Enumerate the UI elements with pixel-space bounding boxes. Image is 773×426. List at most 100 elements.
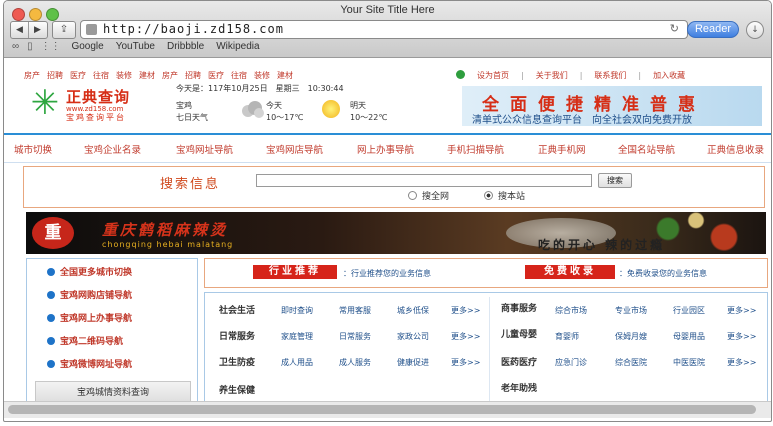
top-link[interactable]: 房产 bbox=[162, 71, 178, 80]
scrollbar-thumb[interactable] bbox=[8, 405, 756, 414]
free-listing-tag[interactable]: 免费收录 bbox=[525, 265, 615, 279]
nav-item[interactable]: 正典信息收录 bbox=[707, 142, 764, 156]
site-logo[interactable]: ✳ 正典查询 www.zd158.com 宝鸡查询平台 bbox=[28, 86, 163, 122]
category-link[interactable]: 成人服务 bbox=[339, 357, 371, 368]
forward-arrow-icon[interactable]: ▶ bbox=[29, 22, 46, 38]
header-banner: 全面便捷精准普惠 清单式公众信息查询平台 向全社会双向免费开放 bbox=[462, 86, 762, 126]
bookmarks-book-icon[interactable]: ▯ bbox=[27, 41, 33, 52]
downloads-icon[interactable]: ↓ bbox=[746, 21, 764, 39]
top-link[interactable]: 建材 bbox=[139, 71, 155, 80]
more-link[interactable]: 更多>> bbox=[451, 305, 480, 316]
category-link[interactable]: 母婴用品 bbox=[673, 331, 705, 342]
left-menu-item[interactable]: 宝鸡网购店铺导航 bbox=[47, 288, 132, 301]
nav-item[interactable]: 手机扫描导航 bbox=[447, 142, 504, 156]
industry-recommend-text[interactable]: ：行业推荐您的业务信息 bbox=[343, 268, 431, 279]
bookmark-link[interactable]: Google bbox=[71, 41, 103, 52]
nav-item[interactable]: 宝鸡网店导航 bbox=[266, 142, 323, 156]
horizontal-scrollbar[interactable] bbox=[4, 401, 771, 418]
category-link[interactable]: 家庭管理 bbox=[281, 331, 313, 342]
ad-banner[interactable]: 重 重庆鹤稻麻辣烫 chongqing hebai malatang 吃的开心 … bbox=[26, 212, 766, 254]
category-heading[interactable]: 卫生防疫 bbox=[219, 355, 255, 368]
radio-on-icon bbox=[484, 191, 493, 200]
left-menu-item[interactable]: 宝鸡网上办事导航 bbox=[47, 311, 132, 324]
category-link[interactable]: 应急门诊 bbox=[555, 357, 587, 368]
window-title: Your Site Title Here bbox=[340, 4, 435, 16]
category-link[interactable]: 保姆月嫂 bbox=[615, 331, 647, 342]
category-link[interactable]: 综合医院 bbox=[615, 357, 647, 368]
industry-recommend-tag[interactable]: 行业推荐 bbox=[253, 265, 337, 279]
category-link[interactable]: 成人用品 bbox=[281, 357, 313, 368]
category-link[interactable]: 健康促进 bbox=[397, 357, 429, 368]
category-heading[interactable]: 社会生活 bbox=[219, 303, 255, 316]
top-link[interactable]: 招聘 bbox=[47, 71, 63, 80]
top-link[interactable]: 往宿 bbox=[93, 71, 109, 80]
back-forward-buttons: ◀ ▶ bbox=[10, 21, 48, 39]
category-heading[interactable]: 商事服务 bbox=[501, 301, 537, 314]
category-heading[interactable]: 老年助残 bbox=[501, 381, 537, 394]
category-link[interactable]: 家政公司 bbox=[397, 331, 429, 342]
category-heading[interactable]: 养生保健 bbox=[219, 383, 255, 396]
free-listing-text[interactable]: ：免费收录您的业务信息 bbox=[619, 268, 707, 279]
category-link[interactable]: 即时查询 bbox=[281, 305, 313, 316]
browser-window: Your Site Title Here ◀ ▶ ⇪ http://baoji.z… bbox=[3, 0, 772, 422]
category-heading[interactable]: 医药医疗 bbox=[501, 355, 537, 368]
top-link[interactable]: 医疗 bbox=[70, 71, 86, 80]
url-text[interactable]: http://baoji.zd158.com bbox=[103, 22, 284, 36]
left-menu-item[interactable]: 宝鸡二维码导航 bbox=[47, 334, 123, 347]
category-link[interactable]: 育婴师 bbox=[555, 331, 579, 342]
bookmark-link[interactable]: YouTube bbox=[116, 41, 155, 52]
reader-button[interactable]: Reader bbox=[687, 21, 739, 38]
category-link[interactable]: 常用客服 bbox=[339, 305, 371, 316]
top-link[interactable]: 医疗 bbox=[208, 71, 224, 80]
top-link[interactable]: 装修 bbox=[254, 71, 270, 80]
left-menu-footer[interactable]: 宝鸡城情资料查询 bbox=[35, 381, 191, 401]
top-sites-grid-icon[interactable]: ⋮⋮ bbox=[41, 41, 61, 52]
search-all-radio[interactable]: 搜全网 bbox=[408, 189, 449, 202]
top-link[interactable]: 建材 bbox=[277, 71, 293, 80]
search-box: 搜索信息 搜索 搜全网 搜本站 bbox=[23, 166, 765, 208]
category-heading[interactable]: 儿童母婴 bbox=[501, 327, 537, 340]
top-link[interactable]: 往宿 bbox=[231, 71, 247, 80]
site-utility-links: 设为首页 | 关于我们 | 联系我们 | 加入收藏 bbox=[456, 70, 697, 81]
category-heading[interactable]: 日常服务 bbox=[219, 329, 255, 342]
category-link[interactable]: 中医医院 bbox=[673, 357, 705, 368]
address-bar[interactable]: http://baoji.zd158.com ↻ bbox=[80, 20, 688, 39]
contact-link[interactable]: 联系我们 bbox=[594, 71, 626, 80]
about-link[interactable]: 关于我们 bbox=[536, 71, 568, 80]
bookmarks-bar: ∞ ▯ ⋮⋮ Google YouTube Dribbble Wikipedia bbox=[12, 41, 272, 52]
search-button[interactable]: 搜索 bbox=[598, 173, 632, 188]
nav-item[interactable]: 正典手机网 bbox=[538, 142, 586, 156]
search-input[interactable] bbox=[256, 174, 592, 187]
left-menu-item[interactable]: 宝鸡微博网址导航 bbox=[47, 357, 132, 370]
bookmark-link[interactable]: Wikipedia bbox=[216, 41, 259, 52]
more-link[interactable]: 更多>> bbox=[451, 331, 480, 342]
weather-days-label: 七日天气 bbox=[176, 113, 208, 122]
reading-list-icon[interactable]: ∞ bbox=[12, 41, 19, 52]
back-arrow-icon[interactable]: ◀ bbox=[11, 22, 29, 38]
set-homepage-link[interactable]: 设为首页 bbox=[477, 71, 509, 80]
more-link[interactable]: 更多>> bbox=[727, 331, 756, 342]
more-link[interactable]: 更多>> bbox=[451, 357, 480, 368]
favorite-link[interactable]: 加入收藏 bbox=[653, 71, 685, 80]
weather-today-label: 今天 bbox=[266, 101, 282, 110]
left-menu-item[interactable]: 全国更多城市切换 bbox=[47, 265, 132, 278]
category-link[interactable]: 专业市场 bbox=[615, 305, 647, 316]
category-link[interactable]: 日常服务 bbox=[339, 331, 371, 342]
nav-item[interactable]: 城市切换 bbox=[14, 142, 52, 156]
reload-icon[interactable]: ↻ bbox=[670, 22, 679, 35]
nav-item[interactable]: 宝鸡企业名录 bbox=[84, 142, 141, 156]
category-link[interactable]: 城乡低保 bbox=[397, 305, 429, 316]
nav-item[interactable]: 网上办事导航 bbox=[357, 142, 414, 156]
top-link[interactable]: 装修 bbox=[116, 71, 132, 80]
search-site-radio[interactable]: 搜本站 bbox=[484, 189, 525, 202]
nav-item[interactable]: 宝鸡网址导航 bbox=[176, 142, 233, 156]
top-link[interactable]: 招聘 bbox=[185, 71, 201, 80]
bookmark-link[interactable]: Dribbble bbox=[167, 41, 204, 52]
nav-item[interactable]: 全国名站导航 bbox=[618, 142, 675, 156]
more-link[interactable]: 更多>> bbox=[727, 305, 756, 316]
more-link[interactable]: 更多>> bbox=[727, 357, 756, 368]
share-icon[interactable]: ⇪ bbox=[52, 21, 76, 39]
category-link[interactable]: 行业园区 bbox=[673, 305, 705, 316]
category-link[interactable]: 综合市场 bbox=[555, 305, 587, 316]
top-link[interactable]: 房产 bbox=[24, 71, 40, 80]
